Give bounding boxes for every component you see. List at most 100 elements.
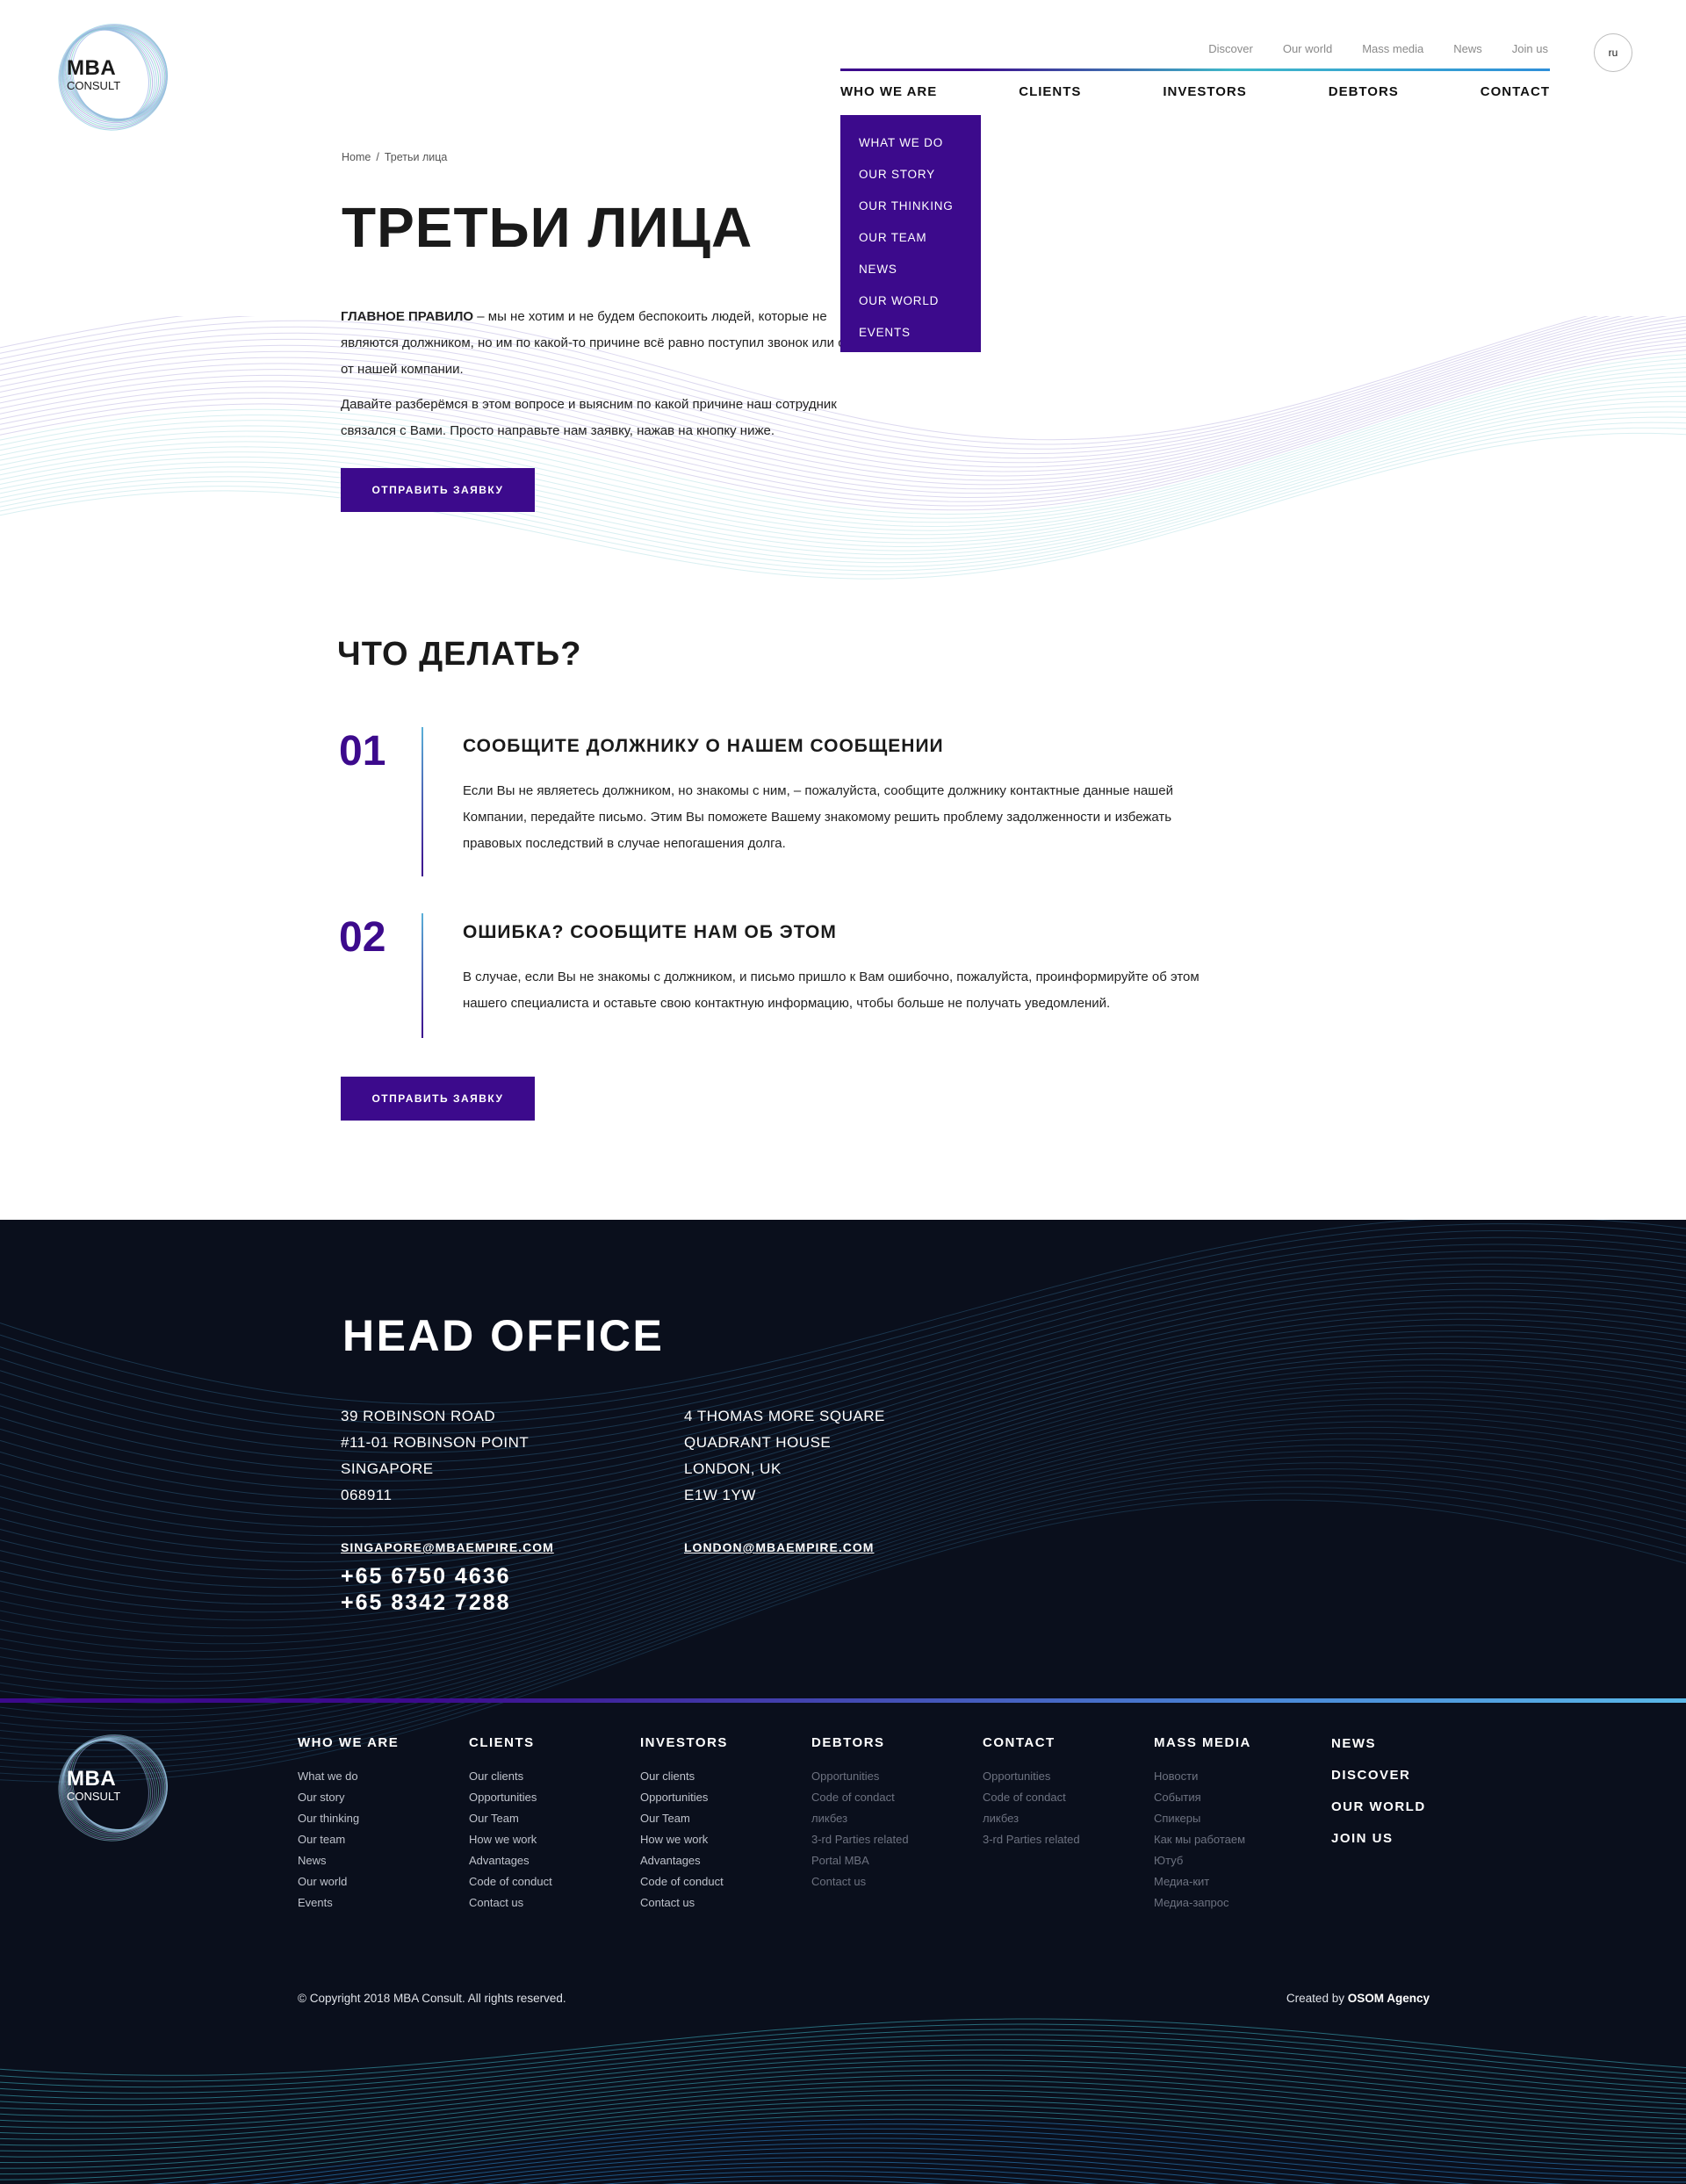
- top-link-join-us[interactable]: Join us: [1512, 42, 1548, 55]
- phone-link-2[interactable]: +65 8342 7288: [341, 1589, 511, 1616]
- who-we-are-dropdown: WHAT WE DO OUR STORY OUR THINKING OUR TE…: [840, 115, 981, 352]
- footer-link[interactable]: Code of conduct: [469, 1871, 552, 1892]
- step-divider: [422, 727, 423, 876]
- footer-link[interactable]: Медиа-запрос: [1154, 1892, 1251, 1914]
- dropdown-item-what-we-do[interactable]: WHAT WE DO: [840, 127, 981, 159]
- breadcrumb-home[interactable]: Home: [342, 151, 371, 163]
- wave-line: [661, 2180, 949, 2184]
- footer-link[interactable]: Portal MBA: [811, 1850, 909, 1871]
- step-title: ОШИБКА? СООБЩИТЕ НАМ ОБ ЭТОМ: [463, 922, 837, 942]
- logo-mba-text: MBA: [67, 56, 117, 80]
- nav-debtors[interactable]: DEBTORS: [1329, 84, 1399, 99]
- phone-numbers: +65 6750 4636 +65 8342 7288: [341, 1563, 511, 1616]
- nav-investors[interactable]: INVESTORS: [1163, 84, 1246, 99]
- head-office-title: HEAD OFFICE: [342, 1311, 665, 1360]
- breadcrumb-separator: /: [376, 151, 379, 163]
- breadcrumb: Home / Третьи лица: [342, 151, 447, 163]
- footer-link-news[interactable]: NEWS: [1331, 1728, 1426, 1760]
- dropdown-item-our-team[interactable]: OUR TEAM: [840, 222, 981, 254]
- address-line: QUADRANT HOUSE: [684, 1434, 832, 1451]
- top-link-mass-media[interactable]: Mass media: [1362, 42, 1423, 55]
- footer-link[interactable]: Our thinking: [298, 1808, 399, 1829]
- language-switch-button[interactable]: ru: [1594, 33, 1632, 72]
- submit-request-button-top[interactable]: ОТПРАВИТЬ ЗАЯВКУ: [341, 468, 535, 512]
- footer-link[interactable]: Our story: [298, 1787, 399, 1808]
- submit-request-button-bottom[interactable]: ОТПРАВИТЬ ЗАЯВКУ: [341, 1077, 535, 1121]
- footer-link[interactable]: Our Team: [469, 1808, 552, 1829]
- dropdown-item-our-world[interactable]: OUR WORLD: [840, 285, 981, 317]
- footer-column: WHO WE ARE What we do Our story Our thinkin…: [298, 1735, 399, 1914]
- top-nav: Discover Our world Mass media News Join …: [1208, 42, 1548, 55]
- footer-link[interactable]: Our Team: [640, 1808, 728, 1829]
- london-email-link[interactable]: LONDON@MBAEMPIRE.COM: [684, 1540, 874, 1554]
- footer-link[interactable]: События: [1154, 1787, 1251, 1808]
- nav-contact[interactable]: CONTACT: [1481, 84, 1550, 99]
- footer-link[interactable]: Contact us: [811, 1871, 909, 1892]
- intro-paragraph: Давайте разберёмся в этом вопросе и выяс…: [341, 397, 837, 438]
- phone-link-1[interactable]: +65 6750 4636: [341, 1563, 511, 1589]
- footer-link[interactable]: Новости: [1154, 1766, 1251, 1787]
- footer-link-join-us[interactable]: JOIN US: [1331, 1823, 1426, 1855]
- wave-line: [0, 1468, 1686, 1751]
- address-line: 39 ROBINSON ROAD: [341, 1408, 496, 1424]
- footer-link[interactable]: Ютуб: [1154, 1850, 1251, 1871]
- wave-line: [555, 2171, 1099, 2184]
- logo-mba-text: MBA: [67, 1767, 117, 1791]
- step-item: 01 СООБЩИТЕ ДОЛЖНИКУ О НАШЕМ СООБЩЕНИИ Е…: [339, 727, 1217, 878]
- footer-link[interactable]: Как мы работаем: [1154, 1829, 1251, 1850]
- footer-link[interactable]: ликбез: [983, 1808, 1080, 1829]
- top-link-discover[interactable]: Discover: [1208, 42, 1253, 55]
- footer-link[interactable]: What we do: [298, 1766, 399, 1787]
- footer-link[interactable]: News: [298, 1850, 399, 1871]
- singapore-email-link[interactable]: SINGAPORE@MBAEMPIRE.COM: [341, 1540, 554, 1554]
- wave-line: [0, 2039, 1686, 2100]
- step-number: 01: [339, 728, 386, 775]
- footer-logo[interactable]: MBA CONSULT: [51, 1726, 174, 1846]
- footer-link[interactable]: Opportunities: [469, 1787, 552, 1808]
- footer-link[interactable]: 3-rd Parties related: [983, 1829, 1080, 1850]
- footer-link[interactable]: 3-rd Parties related: [811, 1829, 909, 1850]
- footer-link[interactable]: Спикеры: [1154, 1808, 1251, 1829]
- page-title: ТРЕТЬИ ЛИЦА: [342, 196, 753, 259]
- footer-link[interactable]: How we work: [640, 1829, 728, 1850]
- footer-link[interactable]: Advantages: [640, 1850, 728, 1871]
- footer-gradient-bar: [0, 1698, 1686, 1703]
- footer-link[interactable]: Медиа-кит: [1154, 1871, 1251, 1892]
- step-title: СООБЩИТЕ ДОЛЖНИКУ О НАШЕМ СООБЩЕНИИ: [463, 736, 944, 756]
- footer-link[interactable]: Code of condact: [983, 1787, 1080, 1808]
- dropdown-item-our-thinking[interactable]: OUR THINKING: [840, 191, 981, 222]
- nav-clients[interactable]: CLIENTS: [1019, 84, 1081, 99]
- footer-link[interactable]: How we work: [469, 1829, 552, 1850]
- dropdown-item-our-story[interactable]: OUR STORY: [840, 159, 981, 191]
- footer-link[interactable]: Opportunities: [983, 1766, 1080, 1787]
- address-line: 068911: [341, 1487, 393, 1503]
- footer-link[interactable]: Advantages: [469, 1850, 552, 1871]
- footer-link[interactable]: Contact us: [640, 1892, 728, 1914]
- footer-link[interactable]: Our clients: [469, 1766, 552, 1787]
- logo-consult-text: CONSULT: [67, 1790, 121, 1803]
- top-link-news[interactable]: News: [1453, 42, 1482, 55]
- footer-link[interactable]: Code of condact: [811, 1787, 909, 1808]
- step-text: Если Вы не являетесь должником, но знако…: [463, 783, 1174, 851]
- nav-who-we-are[interactable]: WHO WE ARE: [840, 84, 937, 99]
- dropdown-item-events[interactable]: EVENTS: [840, 317, 981, 349]
- footer-link-our-world[interactable]: OUR WORLD: [1331, 1791, 1426, 1823]
- intro-text: ГЛАВНОЕ ПРАВИЛО – мы не хотим и не будем…: [341, 304, 868, 453]
- footer-link[interactable]: ликбез: [811, 1808, 909, 1829]
- step-divider: [422, 913, 423, 1038]
- footer-link-discover[interactable]: DISCOVER: [1331, 1760, 1426, 1791]
- footer-link[interactable]: Opportunities: [640, 1787, 728, 1808]
- footer-link[interactable]: Our clients: [640, 1766, 728, 1787]
- footer-column: DEBTORS Opportunities Code of condact ликбе…: [811, 1735, 909, 1892]
- top-link-our-world[interactable]: Our world: [1283, 42, 1332, 55]
- logo[interactable]: MBA CONSULT: [51, 16, 174, 135]
- dropdown-item-news[interactable]: NEWS: [840, 254, 981, 285]
- footer-link[interactable]: Our team: [298, 1829, 399, 1850]
- footer-link[interactable]: Contact us: [469, 1892, 552, 1914]
- nav-gradient-bar: [840, 68, 1550, 71]
- agency-link[interactable]: OSOM Agency: [1348, 1992, 1430, 2005]
- footer-link[interactable]: Events: [298, 1892, 399, 1914]
- footer-link[interactable]: Our world: [298, 1871, 399, 1892]
- footer-link[interactable]: Opportunities: [811, 1766, 909, 1787]
- footer-link[interactable]: Code of conduct: [640, 1871, 728, 1892]
